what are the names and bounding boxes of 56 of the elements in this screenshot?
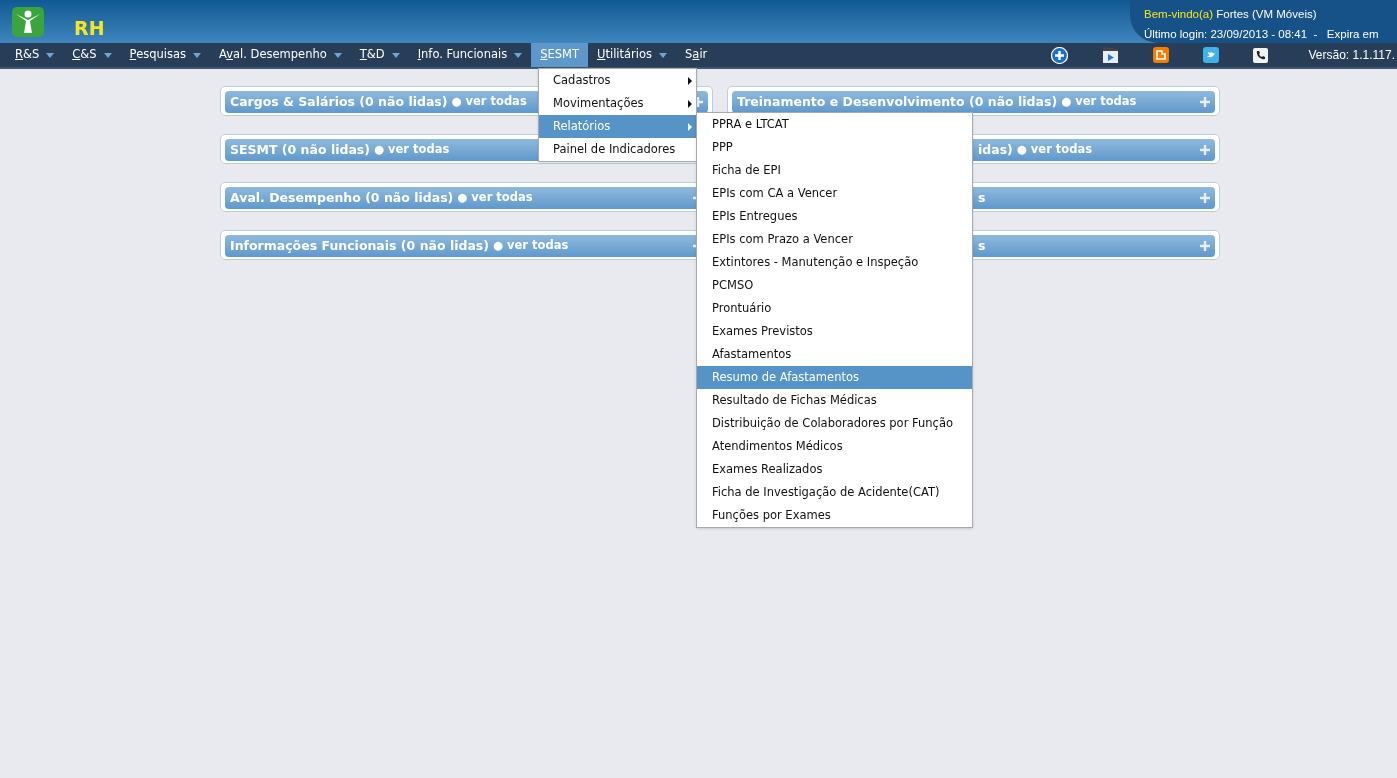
caret-icon — [193, 52, 201, 58]
submenu-arrow-icon — [688, 99, 692, 108]
menu-tab[interactable]: Pesquisas — [120, 43, 210, 67]
menu-item[interactable]: PCMSO — [697, 274, 972, 297]
menu-tab[interactable]: Aval. Desempenho — [210, 43, 351, 67]
menu-item[interactable]: Distribuição de Colaboradores por Função — [697, 412, 972, 435]
caret-icon — [46, 52, 55, 58]
menu-item[interactable]: Funções por Exames — [697, 504, 972, 527]
panel-title: s — [978, 236, 986, 255]
panel-title: Treinamento e Desenvolvimento (0 não lidas) — [737, 92, 1058, 111]
clapperboard-icon[interactable] — [1102, 46, 1120, 64]
menu-item[interactable]: Ficha de Investigação de Acidente(CAT) — [697, 481, 972, 504]
plus-circle-icon[interactable] — [1051, 46, 1069, 64]
menu-tab[interactable]: C&S — [63, 43, 121, 67]
welcome-text: Bem-vindo(a) Fortes (VM Móveis) — [1144, 7, 1318, 22]
menu-item[interactable]: Exames Realizados — [697, 458, 972, 481]
panel-title: idas) — [978, 140, 1013, 159]
menu-item[interactable]: PPP — [697, 136, 972, 159]
panel-title: s — [978, 188, 986, 207]
menu-item[interactable]: Afastamentos — [697, 343, 972, 366]
version-text: Versão: 1.1.117. — [1308, 47, 1395, 64]
menu-tab[interactable]: Utilitários — [588, 43, 677, 67]
panel-title: Cargos & Salários (0 não lidas) — [230, 92, 448, 111]
logo-icon — [12, 6, 44, 37]
submenu-arrow-icon — [688, 122, 692, 131]
caret-icon — [514, 52, 523, 58]
menu-item[interactable]: EPIs Entregues — [697, 205, 972, 228]
menu-item[interactable]: Extintores - Manutenção e Inspeção — [697, 251, 972, 274]
submenu-arrow-icon — [688, 76, 692, 85]
menu-item[interactable]: Atendimentos Médicos — [697, 435, 972, 458]
panel-title: Informações Funcionais (0 não lidas) — [230, 236, 489, 255]
caret-icon — [333, 52, 342, 58]
menu-item[interactable]: PPRA e LTCAT — [697, 113, 972, 136]
bird-icon[interactable] — [1203, 47, 1220, 63]
menu-item[interactable]: EPIs com Prazo a Vencer — [697, 228, 972, 251]
menu-item[interactable]: EPIs com CA a Vencer — [697, 182, 972, 205]
menu-tab[interactable]: T&D — [350, 43, 409, 67]
last-login-text: Último login: 23/09/2013 - 08:41 - Expira em — [1144, 27, 1380, 42]
menu-item[interactable]: Painel de Indicadores — [539, 138, 696, 161]
menu-item[interactable]: Exames Previstos — [697, 320, 972, 343]
blog-icon[interactable] — [1153, 47, 1170, 63]
panel-title: Aval. Desempenho (0 não lidas) — [230, 188, 454, 207]
caret-icon — [659, 52, 668, 58]
caret-icon — [103, 52, 112, 58]
menu-tab[interactable]: Info. Funcionais — [408, 43, 532, 67]
menu-item[interactable]: Prontuário — [697, 297, 972, 320]
app-title: RH — [74, 16, 105, 41]
menu-item[interactable]: Movimentações — [539, 92, 696, 115]
menu-item[interactable]: Cadastros — [539, 69, 696, 92]
panel-title: SESMT (0 não lidas) — [230, 140, 370, 159]
menu-item[interactable]: Resultado de Fichas Médicas — [697, 389, 972, 412]
phone-icon[interactable] — [1253, 47, 1269, 63]
caret-icon — [391, 52, 400, 58]
menu-tab[interactable]: R&S — [6, 43, 64, 67]
menu-item[interactable]: Ficha de EPI — [697, 159, 972, 182]
menu-tab[interactable]: Sair — [676, 43, 717, 67]
